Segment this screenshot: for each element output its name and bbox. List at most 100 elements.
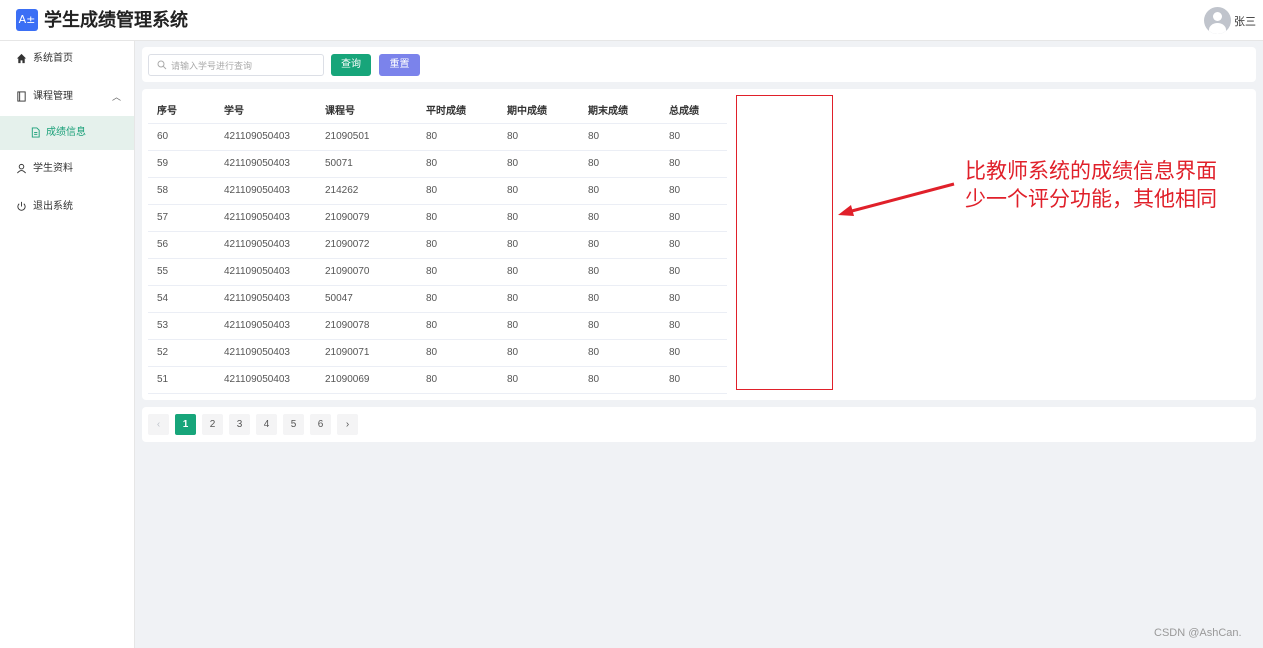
table-cell: 80 bbox=[417, 150, 498, 178]
page-button-2[interactable]: 2 bbox=[202, 414, 223, 435]
table-cell: 80 bbox=[579, 204, 660, 232]
table-row[interactable]: 55 421109050403 21090070 80 80 80 80 bbox=[148, 258, 727, 286]
table-cell: 80 bbox=[660, 150, 727, 178]
annotation-highlight-box bbox=[736, 95, 833, 390]
column-header[interactable]: 平时成绩 bbox=[417, 96, 498, 124]
table-row[interactable]: 56 421109050403 21090072 80 80 80 80 bbox=[148, 231, 727, 259]
table-cell: 80 bbox=[579, 312, 660, 340]
table-cell: 80 bbox=[579, 123, 660, 151]
sidebar-item-score-info[interactable]: 成绩信息 bbox=[0, 116, 134, 150]
prev-page-button[interactable]: ‹ bbox=[148, 414, 169, 435]
table-cell: 80 bbox=[498, 312, 579, 340]
table-row[interactable]: 58 421109050403 214262 80 80 80 80 bbox=[148, 177, 727, 205]
table-cell: 80 bbox=[417, 339, 498, 367]
sidebar-item-course-management[interactable]: 课程管理 ︿ bbox=[0, 80, 134, 114]
table-cell: 51 bbox=[148, 366, 215, 394]
annotation-line-1: 比教师系统的成绩信息界面 bbox=[965, 160, 1217, 183]
sidebar-item-home[interactable]: 系统首页 bbox=[0, 42, 134, 76]
sidebar-item-student-profile[interactable]: 学生资料 bbox=[0, 152, 134, 186]
query-button[interactable]: 查询 bbox=[331, 54, 371, 76]
table-cell: 54 bbox=[148, 285, 215, 313]
table-cell: 421109050403 bbox=[215, 366, 316, 394]
user-name[interactable]: 张三 bbox=[1234, 13, 1256, 29]
home-icon bbox=[16, 53, 27, 64]
table-row[interactable]: 57 421109050403 21090079 80 80 80 80 bbox=[148, 204, 727, 232]
table-cell: 421109050403 bbox=[215, 231, 316, 259]
power-icon bbox=[17, 201, 26, 211]
search-icon bbox=[157, 60, 167, 70]
table-cell: 80 bbox=[660, 312, 727, 340]
column-header[interactable]: 序号 bbox=[148, 96, 215, 124]
table-cell: 21090078 bbox=[316, 312, 417, 340]
page-button-6[interactable]: 6 bbox=[310, 414, 331, 435]
table-cell: 80 bbox=[417, 231, 498, 259]
table-cell: 214262 bbox=[316, 177, 417, 205]
table-row[interactable]: 59 421109050403 50071 80 80 80 80 bbox=[148, 150, 727, 178]
table-cell: 80 bbox=[417, 285, 498, 313]
page-button-5[interactable]: 5 bbox=[283, 414, 304, 435]
sidebar-item-logout[interactable]: 退出系统 bbox=[0, 190, 134, 224]
table-cell: 80 bbox=[417, 204, 498, 232]
column-header[interactable]: 总成绩 bbox=[660, 96, 727, 124]
table-cell: 55 bbox=[148, 258, 215, 286]
next-page-button[interactable]: › bbox=[337, 414, 358, 435]
table-cell: 80 bbox=[417, 366, 498, 394]
table-cell: 21090071 bbox=[316, 339, 417, 367]
column-header[interactable]: 期末成绩 bbox=[579, 96, 660, 124]
table-cell: 53 bbox=[148, 312, 215, 340]
table-cell: 80 bbox=[498, 177, 579, 205]
table-row[interactable]: 51 421109050403 21090069 80 80 80 80 bbox=[148, 366, 727, 394]
page-button-3[interactable]: 3 bbox=[229, 414, 250, 435]
annotation-note: 比教师系统的成绩信息界面 少一个评分功能，其他相同 bbox=[965, 158, 1217, 214]
table-cell: 80 bbox=[498, 285, 579, 313]
table-cell: 80 bbox=[417, 177, 498, 205]
table-cell: 421109050403 bbox=[215, 177, 316, 205]
page-button-1[interactable]: 1 bbox=[175, 414, 196, 435]
book-icon bbox=[17, 91, 26, 102]
search-field[interactable] bbox=[171, 58, 319, 73]
app-logo: A± bbox=[16, 9, 38, 31]
table-header-row: 序号 学号 课程号 平时成绩 期中成绩 期末成绩 总成绩 bbox=[148, 96, 727, 124]
table-cell: 21090069 bbox=[316, 366, 417, 394]
user-avatar[interactable] bbox=[1204, 7, 1231, 34]
sidebar: 系统首页 课程管理 ︿ 成绩信息 学生资料 退出系统 bbox=[0, 41, 135, 648]
watermark-text: CSDN @AshCan. bbox=[1154, 627, 1242, 639]
table-cell: 80 bbox=[660, 285, 727, 313]
table-cell: 80 bbox=[498, 123, 579, 151]
table-row[interactable]: 53 421109050403 21090078 80 80 80 80 bbox=[148, 312, 727, 340]
table-cell: 21090079 bbox=[316, 204, 417, 232]
table-cell: 80 bbox=[660, 177, 727, 205]
score-table: 序号 学号 课程号 平时成绩 期中成绩 期末成绩 总成绩 60 421109050… bbox=[148, 96, 727, 394]
table-row[interactable]: 60 421109050403 21090501 80 80 80 80 bbox=[148, 123, 727, 151]
page-button-4[interactable]: 4 bbox=[256, 414, 277, 435]
table-cell: 80 bbox=[660, 204, 727, 232]
search-input[interactable] bbox=[148, 54, 324, 76]
table-cell: 50071 bbox=[316, 150, 417, 178]
user-icon bbox=[17, 163, 26, 174]
table-cell: 421109050403 bbox=[215, 204, 316, 232]
table-cell: 80 bbox=[579, 339, 660, 367]
table-cell: 21090072 bbox=[316, 231, 417, 259]
table-cell: 21090070 bbox=[316, 258, 417, 286]
table-cell: 421109050403 bbox=[215, 285, 316, 313]
reset-button[interactable]: 重置 bbox=[379, 54, 420, 76]
table-cell: 21090501 bbox=[316, 123, 417, 151]
table-cell: 52 bbox=[148, 339, 215, 367]
document-icon bbox=[31, 127, 40, 138]
table-row[interactable]: 54 421109050403 50047 80 80 80 80 bbox=[148, 285, 727, 313]
table-cell: 59 bbox=[148, 150, 215, 178]
table-cell: 57 bbox=[148, 204, 215, 232]
table-cell: 80 bbox=[498, 258, 579, 286]
table-cell: 80 bbox=[660, 366, 727, 394]
column-header[interactable]: 期中成绩 bbox=[498, 96, 579, 124]
table-row[interactable]: 52 421109050403 21090071 80 80 80 80 bbox=[148, 339, 727, 367]
top-header: A± 学生成绩管理系统 张三 bbox=[0, 0, 1263, 41]
table-cell: 421109050403 bbox=[215, 339, 316, 367]
annotation-arrow-icon bbox=[838, 182, 955, 216]
table-cell: 58 bbox=[148, 177, 215, 205]
column-header[interactable]: 学号 bbox=[215, 96, 316, 124]
sidebar-item-label: 退出系统 bbox=[33, 201, 73, 212]
table-cell: 80 bbox=[579, 231, 660, 259]
column-header[interactable]: 课程号 bbox=[316, 96, 417, 124]
annotation-line-2: 少一个评分功能，其他相同 bbox=[965, 188, 1217, 211]
